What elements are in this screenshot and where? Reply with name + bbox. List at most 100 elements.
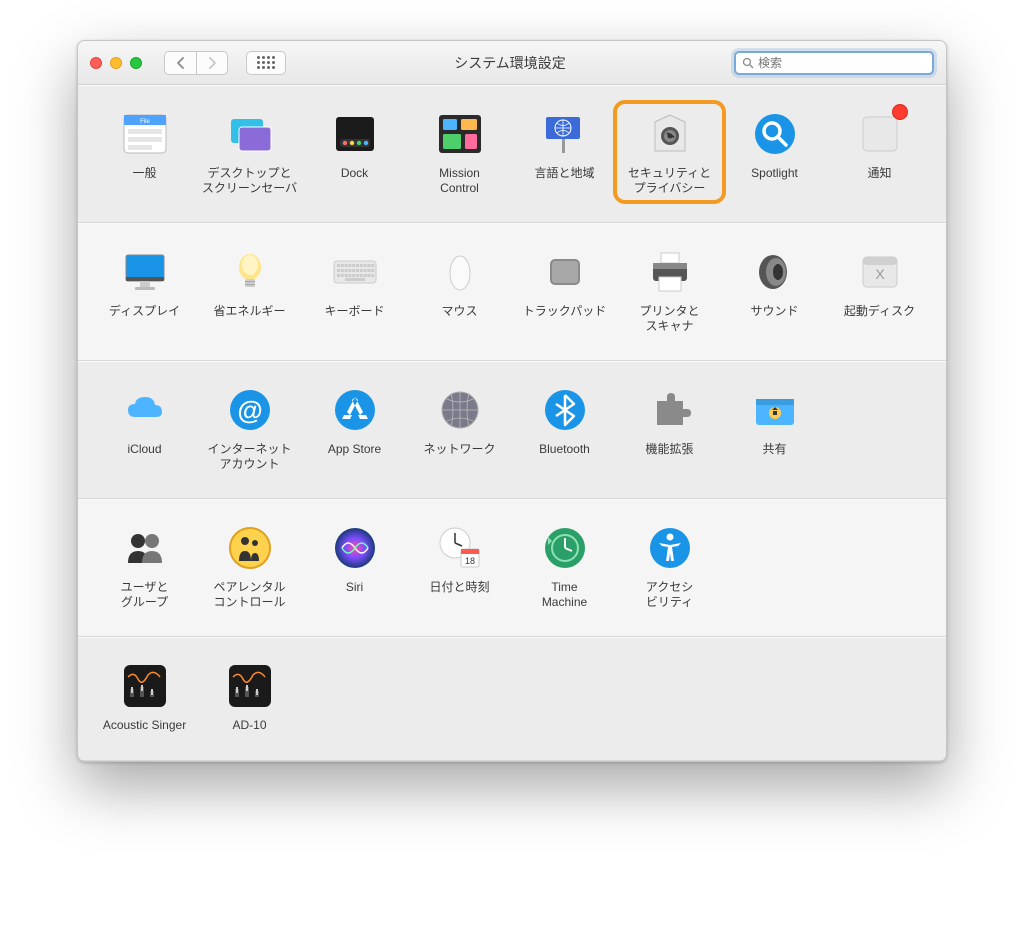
pref-item-label: 言語と地域 bbox=[534, 166, 594, 182]
pref-item-datetime[interactable]: 18日付と時刻 bbox=[407, 518, 512, 614]
pref-item-sound[interactable]: サウンド bbox=[722, 242, 827, 338]
pref-item-startup[interactable]: X 起動ディスク bbox=[827, 242, 932, 338]
pref-item-label: Acoustic Singer bbox=[103, 718, 186, 734]
pref-item-label: トラックパッド bbox=[523, 304, 606, 320]
ad10-icon bbox=[224, 660, 276, 712]
minimize-button[interactable] bbox=[110, 57, 122, 69]
pref-item-general[interactable]: File 一般 bbox=[92, 104, 197, 200]
pref-item-ad10[interactable]: AD-10 bbox=[197, 656, 302, 738]
pref-item-parental[interactable]: ペアレンタル コントロール bbox=[197, 518, 302, 614]
pref-item-icloud[interactable]: iCloud bbox=[92, 380, 197, 476]
pref-item-keyboard[interactable]: キーボード bbox=[302, 242, 407, 338]
back-button[interactable] bbox=[164, 51, 196, 75]
language-icon bbox=[539, 108, 591, 160]
pref-item-printers[interactable]: プリンタと スキャナ bbox=[617, 242, 722, 338]
notifications-icon bbox=[854, 108, 906, 160]
siri-icon bbox=[329, 522, 381, 574]
nav-buttons bbox=[164, 51, 228, 75]
parental-icon bbox=[224, 522, 276, 574]
svg-text:File: File bbox=[140, 119, 150, 125]
notification-badge bbox=[892, 104, 908, 120]
pref-item-extensions[interactable]: 機能拡張 bbox=[617, 380, 722, 476]
grid-icon bbox=[257, 56, 275, 69]
energy-icon bbox=[224, 246, 276, 298]
pref-item-label: ネットワーク bbox=[423, 442, 495, 458]
appstore-icon bbox=[329, 384, 381, 436]
pref-row-1: ディスプレイ省エネルギー キーボード マウス トラックパッド プリンタと スキャナ サウン… bbox=[78, 223, 946, 361]
traffic-lights bbox=[90, 57, 142, 69]
pref-item-sharing[interactable]: 共有 bbox=[722, 380, 827, 476]
pref-item-bluetooth[interactable]: Bluetooth bbox=[512, 380, 617, 476]
pref-item-label: インターネット アカウント bbox=[207, 442, 291, 472]
pref-item-desktop[interactable]: デスクトップと スクリーンセーバ bbox=[197, 104, 302, 200]
pref-item-label: iCloud bbox=[127, 442, 161, 458]
mouse-icon bbox=[434, 246, 486, 298]
spotlight-icon bbox=[749, 108, 801, 160]
pref-item-internet[interactable]: @ インターネット アカウント bbox=[197, 380, 302, 476]
search-field[interactable] bbox=[734, 51, 934, 75]
pref-item-label: 日付と時刻 bbox=[429, 580, 489, 596]
pref-item-siri[interactable]: Siri bbox=[302, 518, 407, 614]
zoom-button[interactable] bbox=[130, 57, 142, 69]
pref-item-notifications[interactable]: 通知 bbox=[827, 104, 932, 200]
pref-item-label: App Store bbox=[328, 442, 381, 458]
pref-item-energy[interactable]: 省エネルギー bbox=[197, 242, 302, 338]
pref-item-security[interactable]: セキュリティと プライバシー bbox=[617, 104, 722, 200]
pref-item-mouse[interactable]: マウス bbox=[407, 242, 512, 338]
desktop-icon bbox=[224, 108, 276, 160]
pref-item-label: Siri bbox=[346, 580, 363, 596]
bluetooth-icon bbox=[539, 384, 591, 436]
search-input[interactable] bbox=[758, 56, 926, 70]
pref-item-timemachine[interactable]: Time Machine bbox=[512, 518, 617, 614]
users-icon bbox=[119, 522, 171, 574]
pref-item-spotlight[interactable]: Spotlight bbox=[722, 104, 827, 200]
pref-item-label: セキュリティと プライバシー bbox=[628, 166, 711, 196]
forward-button[interactable] bbox=[196, 51, 228, 75]
security-icon bbox=[644, 108, 696, 160]
keyboard-icon bbox=[329, 246, 381, 298]
internet-icon: @ bbox=[224, 384, 276, 436]
startup-icon: X bbox=[854, 246, 906, 298]
close-button[interactable] bbox=[90, 57, 102, 69]
system-preferences-window: システム環境設定 File一般デスクトップと スクリーンセーバDockMissi… bbox=[77, 40, 947, 762]
pref-item-label: マウス bbox=[441, 304, 477, 320]
pref-row-2: iCloud @ インターネット アカウント App Store ネットワーク Bluet… bbox=[78, 361, 946, 499]
pref-item-label: Time Machine bbox=[542, 580, 587, 610]
pref-item-label: 起動ディスク bbox=[844, 304, 915, 320]
pref-item-mission[interactable]: Mission Control bbox=[407, 104, 512, 200]
pref-item-acoustic[interactable]: Acoustic Singer bbox=[92, 656, 197, 738]
search-icon bbox=[742, 57, 754, 69]
pref-item-trackpad[interactable]: トラックパッド bbox=[512, 242, 617, 338]
sharing-icon bbox=[749, 384, 801, 436]
pref-item-label: プリンタと スキャナ bbox=[639, 304, 699, 334]
pref-item-appstore[interactable]: App Store bbox=[302, 380, 407, 476]
show-all-button[interactable] bbox=[246, 51, 286, 75]
pref-item-label: サウンド bbox=[750, 304, 798, 320]
pref-item-label: アクセシ ビリティ bbox=[646, 580, 693, 610]
mission-icon bbox=[434, 108, 486, 160]
pref-item-label: Mission Control bbox=[439, 166, 480, 196]
pref-item-users[interactable]: ユーザと グループ bbox=[92, 518, 197, 614]
pref-item-label: 共有 bbox=[762, 442, 786, 458]
dock-icon bbox=[329, 108, 381, 160]
svg-text:@: @ bbox=[237, 395, 262, 425]
pref-item-label: 省エネルギー bbox=[213, 304, 285, 320]
timemachine-icon bbox=[539, 522, 591, 574]
extensions-icon bbox=[644, 384, 696, 436]
pref-item-label: Dock bbox=[341, 166, 368, 182]
pref-item-label: ユーザと グループ bbox=[121, 580, 169, 610]
pref-item-label: Bluetooth bbox=[539, 442, 590, 458]
pref-item-label: 通知 bbox=[867, 166, 891, 182]
pref-item-accessibility[interactable]: アクセシ ビリティ bbox=[617, 518, 722, 614]
pref-item-label: デスクトップと スクリーンセーバ bbox=[202, 166, 297, 196]
displays-icon bbox=[119, 246, 171, 298]
pref-item-dock[interactable]: Dock bbox=[302, 104, 407, 200]
pref-item-network[interactable]: ネットワーク bbox=[407, 380, 512, 476]
pref-item-label: キーボード bbox=[324, 304, 384, 320]
pref-row-4: Acoustic Singer AD-10 bbox=[78, 637, 946, 761]
pref-item-language[interactable]: 言語と地域 bbox=[512, 104, 617, 200]
pref-item-displays[interactable]: ディスプレイ bbox=[92, 242, 197, 338]
pref-item-label: AD-10 bbox=[232, 718, 266, 734]
pref-item-label: 一般 bbox=[132, 166, 156, 182]
svg-text:X: X bbox=[875, 266, 885, 282]
